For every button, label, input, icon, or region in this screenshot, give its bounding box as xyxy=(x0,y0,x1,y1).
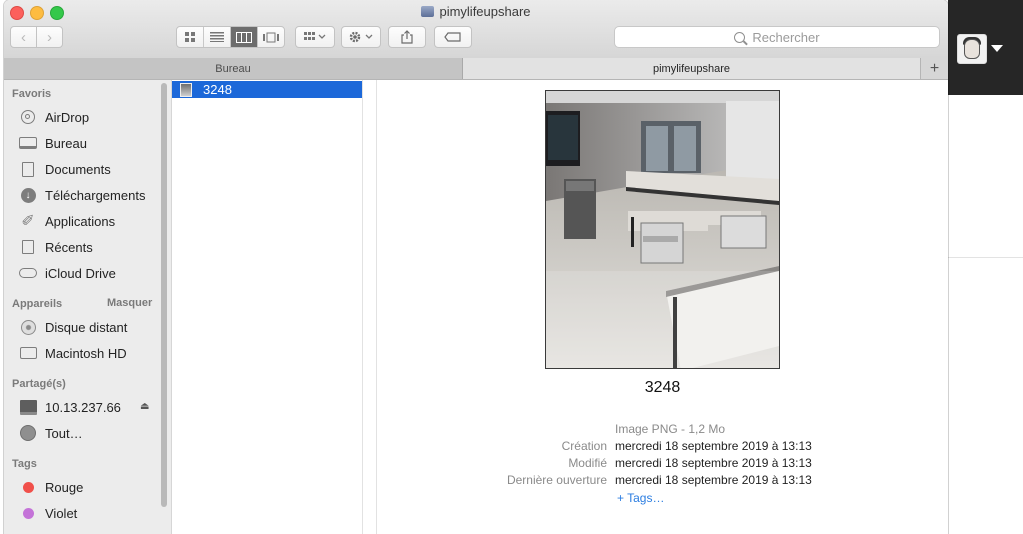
hard-drive-icon xyxy=(19,347,37,359)
cloud-icon xyxy=(19,268,37,278)
group-button[interactable] xyxy=(295,26,335,48)
airdrop-icon xyxy=(21,110,35,124)
add-tags-link[interactable]: + Tags… xyxy=(617,491,664,505)
sidebar-item-label: Téléchargements xyxy=(45,187,146,203)
action-button[interactable] xyxy=(341,26,381,48)
sidebar-item-label: Applications xyxy=(45,213,116,229)
sidebar-item-label: Récents xyxy=(45,239,93,255)
sidebar-item-label: Macintosh HD xyxy=(45,345,127,361)
sidebar-item-macintosh-hd[interactable]: Macintosh HD xyxy=(18,343,127,363)
divider xyxy=(948,257,1023,258)
list-icon xyxy=(210,32,224,42)
sidebar-header-tags: Tags xyxy=(12,458,37,470)
recents-icon xyxy=(22,240,34,254)
sidebar-item-label: Tout… xyxy=(45,425,83,441)
sidebar-item-server[interactable]: 10.13.237.66 xyxy=(18,397,121,417)
preview-pane: 3248 Image PNG - 1,2 Mo Création mercred… xyxy=(377,80,948,534)
sidebar-item-label: 10.13.237.66 xyxy=(45,399,121,415)
purple-tag-dot-icon xyxy=(22,507,34,519)
share-button[interactable] xyxy=(388,26,426,48)
meta-value-creation: mercredi 18 septembre 2019 à 13:13 xyxy=(615,439,812,453)
finder-window: pimylifeupshare ‹ › Rechercher Bureau pi… xyxy=(4,0,948,534)
list-view-button[interactable] xyxy=(204,27,231,47)
list-item-selected[interactable]: 3248 xyxy=(172,81,362,98)
sidebar-header-favoris: Favoris xyxy=(12,88,52,100)
sidebar-item-label: Disque distant xyxy=(45,319,128,335)
monitor-icon xyxy=(19,399,37,415)
sidebar-header-appareils: Appareils xyxy=(12,298,63,310)
sidebar-item-applications[interactable]: ✐ Applications xyxy=(18,211,115,231)
desktop-icon xyxy=(19,137,37,149)
sidebar-item-disque-distant[interactable]: Disque distant xyxy=(18,317,127,337)
sidebar-item-icloud-drive[interactable]: iCloud Drive xyxy=(18,263,116,283)
eject-icon[interactable]: ⏏ xyxy=(140,401,149,412)
gear-icon xyxy=(349,31,373,43)
sidebar: Favoris AirDrop Bureau Documents ↓ Téléc… xyxy=(4,80,172,534)
search-field[interactable]: Rechercher xyxy=(614,26,940,48)
group-grid-icon xyxy=(304,32,326,40)
sidebar-item-label: Rouge xyxy=(45,479,84,495)
sidebar-item-telechargements[interactable]: ↓ Téléchargements xyxy=(18,185,145,205)
preview-filename: 3248 xyxy=(644,379,681,396)
tab-bar: Bureau pimylifeupshare + xyxy=(4,58,948,80)
preview-kind: Image PNG - 1,2 Mo xyxy=(615,422,726,436)
sidebar-item-bureau[interactable]: Bureau xyxy=(18,133,87,153)
search-placeholder: Rechercher xyxy=(752,29,820,45)
sidebar-item-label: Bureau xyxy=(45,135,87,151)
image-thumbnail-icon xyxy=(180,82,192,97)
tab-pimylifeupshare[interactable]: pimylifeupshare xyxy=(463,58,920,79)
meta-label-creation: Création xyxy=(561,439,607,453)
browser-column: 3248 xyxy=(172,80,363,534)
column-divider[interactable] xyxy=(363,80,377,534)
meta-label-last-opened: Dernière ouverture xyxy=(506,473,607,487)
documents-icon xyxy=(22,161,34,177)
column-view-button[interactable] xyxy=(231,27,258,47)
window-title: pimylifeupshare xyxy=(4,4,948,19)
icon-view-button[interactable] xyxy=(177,27,204,47)
classroom-photo xyxy=(546,91,779,368)
tag-icon xyxy=(444,32,461,42)
search-icon xyxy=(734,31,746,43)
new-tab-button[interactable]: + xyxy=(920,58,948,79)
image-preview xyxy=(545,90,780,369)
sidebar-header-partages: Partagé(s) xyxy=(12,378,66,390)
sidebar-item-label: Violet xyxy=(45,505,78,521)
red-tag-dot-icon xyxy=(22,481,34,493)
columns-icon xyxy=(236,31,252,43)
sidebar-item-label: AirDrop xyxy=(45,109,90,125)
downloads-icon: ↓ xyxy=(20,187,36,203)
network-disk-icon xyxy=(421,6,435,17)
list-item-label: 3248 xyxy=(203,82,232,97)
gallery-icon xyxy=(263,32,279,42)
hide-devices-button[interactable]: Masquer xyxy=(107,297,152,309)
sidebar-item-tag-violet[interactable]: Violet xyxy=(18,503,77,523)
titlebar: pimylifeupshare ‹ › Rechercher xyxy=(4,0,948,59)
sidebar-item-label: iCloud Drive xyxy=(45,265,116,281)
remote-disc-icon xyxy=(20,319,36,335)
caret-down-icon[interactable] xyxy=(991,45,1003,52)
grid-icon xyxy=(184,31,195,42)
gallery-view-button[interactable] xyxy=(258,27,284,47)
tab-bureau[interactable]: Bureau xyxy=(4,58,463,79)
sidebar-scrollbar[interactable] xyxy=(161,83,167,507)
back-button[interactable]: ‹ xyxy=(10,26,37,48)
tags-button[interactable] xyxy=(434,26,472,48)
forward-button[interactable]: › xyxy=(36,26,63,48)
share-icon xyxy=(401,30,413,44)
sidebar-item-tout[interactable]: Tout… xyxy=(18,423,83,443)
avatar[interactable] xyxy=(957,34,987,64)
view-mode-control xyxy=(176,26,285,48)
meta-value-last-opened: mercredi 18 septembre 2019 à 13:13 xyxy=(615,473,812,487)
sidebar-item-tag-rouge[interactable]: Rouge xyxy=(18,477,83,497)
sidebar-item-documents[interactable]: Documents xyxy=(18,159,111,179)
chevron-left-icon: ‹ xyxy=(21,28,26,46)
meta-label-modified: Modifié xyxy=(568,456,607,470)
sidebar-item-recents[interactable]: Récents xyxy=(18,237,93,257)
applications-icon: ✐ xyxy=(21,213,35,230)
globe-icon xyxy=(20,425,36,441)
sidebar-item-airdrop[interactable]: AirDrop xyxy=(18,107,89,127)
chevron-right-icon: › xyxy=(47,28,52,46)
sidebar-item-label: Documents xyxy=(45,161,111,177)
meta-value-modified: mercredi 18 septembre 2019 à 13:13 xyxy=(615,456,812,470)
